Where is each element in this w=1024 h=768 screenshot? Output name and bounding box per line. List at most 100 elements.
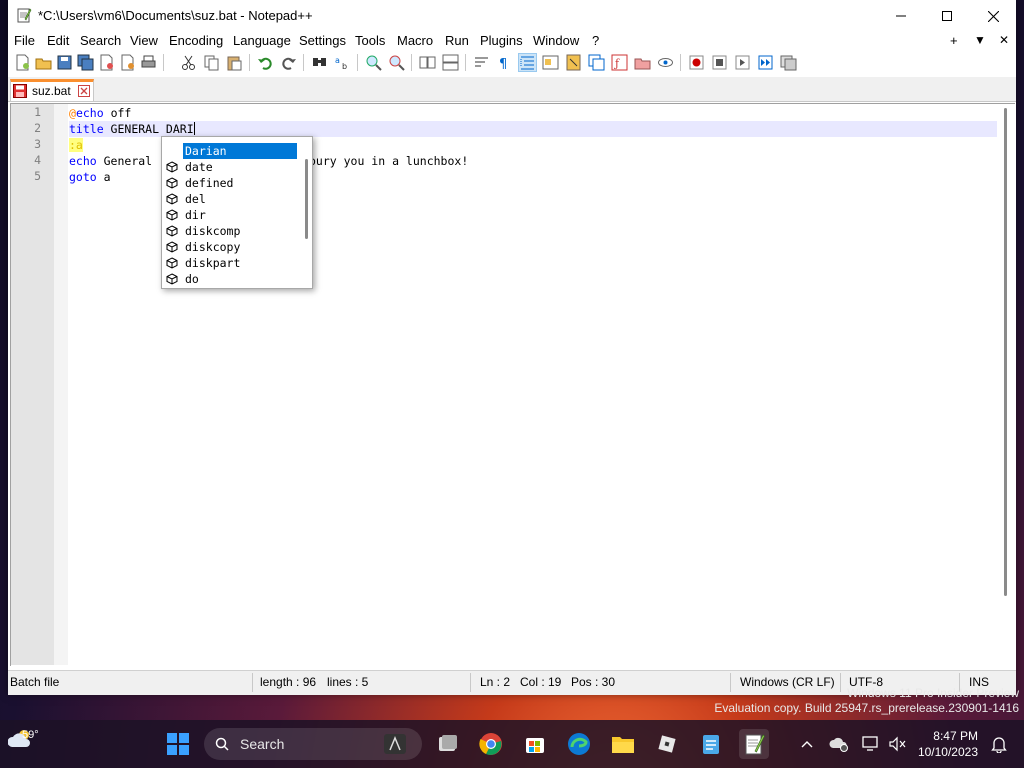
text-cursor — [193, 122, 195, 135]
menu-file[interactable]: File — [14, 33, 35, 48]
minimize-button[interactable] — [878, 0, 924, 32]
save-all-icon[interactable] — [77, 54, 94, 71]
sync-vertical-icon[interactable] — [419, 54, 436, 71]
taskbar-clock[interactable]: 8:47 PM 10/10/2023 — [918, 728, 978, 760]
store-taskbar-button[interactable] — [520, 729, 550, 759]
zoom-in-icon[interactable] — [365, 54, 382, 71]
save-icon[interactable] — [56, 54, 73, 71]
stop-macro-icon[interactable] — [711, 54, 728, 71]
scrollbar-thumb[interactable] — [1004, 108, 1007, 596]
show-all-chars-icon[interactable]: ¶ — [496, 54, 513, 71]
cut-icon[interactable] — [180, 54, 197, 71]
notepad-taskbar-button[interactable] — [696, 729, 726, 759]
autocomplete-item[interactable]: diskcopy — [164, 239, 296, 255]
autocomplete-item[interactable]: do — [164, 271, 296, 287]
svg-text:b: b — [342, 62, 347, 71]
edge-taskbar-button[interactable] — [564, 729, 594, 759]
tab-bar: suz.bat — [8, 77, 1016, 102]
doc-map-icon[interactable] — [565, 54, 582, 71]
close-tab-button[interactable]: ✕ — [999, 33, 1009, 47]
autocomplete-text: diskcopy — [185, 240, 241, 254]
play-macro-icon[interactable] — [734, 54, 751, 71]
function-list-icon[interactable]: ƒ — [611, 54, 628, 71]
menu-tools[interactable]: Tools — [355, 33, 385, 48]
autocomplete-item[interactable]: dir — [164, 207, 296, 223]
unsaved-file-icon — [13, 84, 27, 98]
zoom-out-icon[interactable] — [388, 54, 405, 71]
notepadpp-app-icon — [16, 7, 32, 23]
menu-plugins[interactable]: Plugins — [480, 33, 523, 48]
code-text-tail: oury you in a lunchbox! — [309, 154, 469, 168]
file-tab[interactable]: suz.bat — [10, 79, 94, 101]
keyword-cube-icon — [166, 209, 178, 221]
autocomplete-text: Darian — [182, 142, 298, 160]
word-wrap-icon[interactable] — [473, 54, 490, 71]
menu-search[interactable]: Search — [80, 33, 121, 48]
new-tab-button[interactable]: + — [950, 33, 958, 48]
save-macro-icon[interactable] — [780, 54, 797, 71]
menu-edit[interactable]: Edit — [47, 33, 69, 48]
paste-icon[interactable] — [226, 54, 243, 71]
record-macro-icon[interactable] — [688, 54, 705, 71]
autocomplete-item[interactable]: Darian — [164, 142, 298, 160]
menu-encoding[interactable]: Encoding — [169, 33, 223, 48]
autocomplete-item[interactable]: date — [164, 159, 296, 175]
file-explorer-taskbar-button[interactable] — [608, 729, 638, 759]
vertical-scrollbar[interactable] — [999, 104, 1015, 665]
task-view-button[interactable] — [433, 729, 463, 759]
taskbar-search-box[interactable]: Search — [204, 728, 422, 760]
volume-tray-button[interactable] — [882, 729, 912, 759]
autocomplete-text: diskcomp — [185, 224, 241, 238]
tab-close-icon[interactable] — [78, 85, 90, 97]
menu-window[interactable]: Window — [533, 33, 579, 48]
menu-settings[interactable]: Settings — [299, 33, 346, 48]
run-macro-multiple-icon[interactable] — [757, 54, 774, 71]
maximize-icon — [942, 11, 952, 21]
indent-guide-icon[interactable] — [518, 53, 537, 72]
maximize-button[interactable] — [924, 0, 970, 32]
code-line-1[interactable]: @echo off — [69, 105, 997, 121]
menu-help[interactable]: ? — [592, 33, 599, 48]
menu-run[interactable]: Run — [445, 33, 469, 48]
close-button[interactable] — [970, 0, 1016, 32]
show-hidden-icons-button[interactable] — [792, 729, 822, 759]
roblox-taskbar-button[interactable] — [652, 729, 682, 759]
find-icon[interactable] — [311, 54, 328, 71]
onedrive-tray-button[interactable] — [824, 729, 854, 759]
notepadpp-taskbar-button[interactable] — [739, 729, 769, 759]
open-file-icon[interactable] — [35, 54, 52, 71]
autocomplete-item[interactable]: diskcomp — [164, 223, 296, 239]
undo-icon[interactable] — [257, 54, 274, 71]
doc-list-icon[interactable] — [588, 54, 605, 71]
redo-icon[interactable] — [280, 54, 297, 71]
autocomplete-scrollbar[interactable] — [305, 159, 308, 239]
fold-margin[interactable] — [54, 104, 68, 665]
user-language-icon[interactable] — [542, 54, 559, 71]
print-icon[interactable] — [140, 54, 157, 71]
tab-list-dropdown[interactable]: ▼ — [974, 33, 986, 47]
code-line-2[interactable]: title GENERAL DARI — [69, 121, 997, 137]
new-file-icon[interactable] — [14, 54, 31, 71]
sync-horizontal-icon[interactable] — [442, 54, 459, 71]
monitoring-icon[interactable] — [657, 54, 674, 71]
notifications-button[interactable] — [984, 729, 1014, 759]
autocomplete-popup[interactable]: Darian date defined del dir diskcomp dis… — [161, 136, 313, 289]
keyword: echo — [75, 106, 104, 120]
line-number: 4 — [34, 153, 41, 167]
chrome-taskbar-button[interactable] — [476, 729, 506, 759]
autocomplete-item[interactable]: del — [164, 191, 296, 207]
status-col: Col : 19 — [520, 675, 562, 689]
toolbar: ab ¶ ƒ — [8, 51, 1016, 75]
line-number: 2 — [34, 121, 41, 135]
close-all-icon[interactable] — [119, 54, 136, 71]
replace-icon[interactable]: ab — [334, 54, 351, 71]
copy-icon[interactable] — [203, 54, 220, 71]
menu-view[interactable]: View — [130, 33, 158, 48]
autocomplete-item[interactable]: defined — [164, 175, 296, 191]
menu-language[interactable]: Language — [233, 33, 291, 48]
folder-workspace-icon[interactable] — [634, 54, 651, 71]
autocomplete-item[interactable]: diskpart — [164, 255, 296, 271]
start-button[interactable] — [163, 729, 193, 759]
menu-macro[interactable]: Macro — [397, 33, 433, 48]
close-file-icon[interactable] — [98, 54, 115, 71]
